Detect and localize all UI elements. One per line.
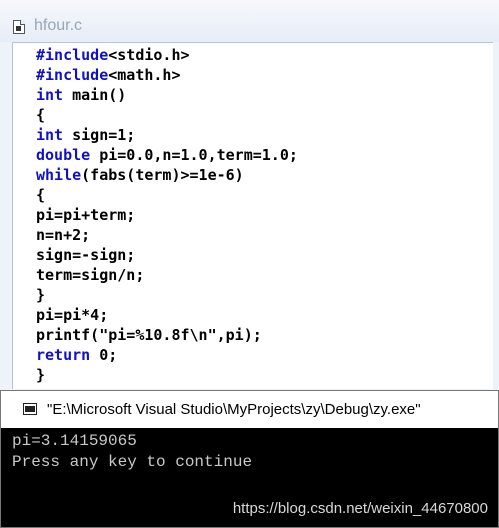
code-lines: #include<stdio.h> #include<math.h> int mai…: [36, 45, 298, 385]
code-editor[interactable]: #include<stdio.h> #include<math.h> int mai…: [12, 42, 493, 389]
code-line: while(fabs(term)>=1e-6): [36, 165, 298, 185]
code-line: double pi=0.0,n=1.0,term=1.0;: [36, 145, 298, 165]
code-line: }: [36, 285, 298, 305]
code-line: sign=-sign;: [36, 245, 298, 265]
code-line: n=n+2;: [36, 225, 298, 245]
code-token: printf("pi=%10.8f\n",pi);: [36, 326, 262, 344]
code-token: 0;: [90, 346, 118, 364]
code-keyword: #include: [36, 46, 109, 64]
code-token: sign=-sign;: [36, 246, 136, 264]
code-token: }: [36, 286, 46, 304]
editor-tab[interactable]: hfour.c: [0, 0, 499, 42]
code-token: {: [36, 106, 46, 124]
console-title-bar[interactable]: "E:\Microsoft Visual Studio\MyProjects\z…: [1, 391, 498, 428]
code-token: sign=1;: [63, 126, 136, 144]
code-line: {: [36, 185, 298, 205]
code-line: pi=pi*4;: [36, 305, 298, 325]
editor-tab-title: hfour.c: [34, 17, 83, 34]
editor-window: hfour.c #include<stdio.h> #include<math.h…: [0, 0, 499, 390]
code-keyword: while: [36, 166, 82, 184]
code-token: (fabs(term)>=1e-6): [81, 166, 244, 184]
code-line: }: [36, 365, 298, 385]
code-line: int main(): [36, 85, 298, 105]
code-keyword: int: [36, 126, 64, 144]
code-line: pi=pi+term;: [36, 205, 298, 225]
console-output-line: pi=3.14159065: [12, 432, 137, 450]
code-token: term=sign/n;: [36, 266, 145, 284]
file-icon: [13, 20, 25, 34]
code-line: #include<stdio.h>: [36, 45, 298, 65]
console-output: pi=3.14159065 Press any key to continue: [12, 431, 252, 473]
code-token: pi=0.0,n=1.0,term=1.0;: [90, 146, 298, 164]
code-line: printf("pi=%10.8f\n",pi);: [36, 325, 298, 345]
code-token: n=n+2;: [36, 226, 91, 244]
code-token: }: [36, 366, 46, 384]
code-token: <math.h>: [108, 66, 181, 84]
code-token: pi=pi*4;: [36, 306, 109, 324]
code-line: #include<math.h>: [36, 65, 298, 85]
code-token: <stdio.h>: [108, 46, 190, 64]
console-window: "E:\Microsoft Visual Studio\MyProjects\z…: [0, 390, 499, 528]
code-token: {: [36, 186, 46, 204]
console-title: "E:\Microsoft Visual Studio\MyProjects\z…: [47, 401, 421, 418]
code-keyword: int: [36, 86, 64, 104]
code-line: {: [36, 105, 298, 125]
code-keyword: #include: [36, 66, 109, 84]
console-output-line: Press any key to continue: [12, 453, 253, 471]
code-line: term=sign/n;: [36, 265, 298, 285]
code-keyword: double: [36, 146, 91, 164]
code-line: return 0;: [36, 345, 298, 365]
code-line: int sign=1;: [36, 125, 298, 145]
code-token: pi=pi+term;: [36, 206, 136, 224]
code-token: main(): [63, 86, 127, 104]
console-icon: [23, 403, 37, 415]
watermark: https://blog.csdn.net/weixin_44670800: [232, 500, 488, 517]
code-keyword: return: [36, 346, 91, 364]
